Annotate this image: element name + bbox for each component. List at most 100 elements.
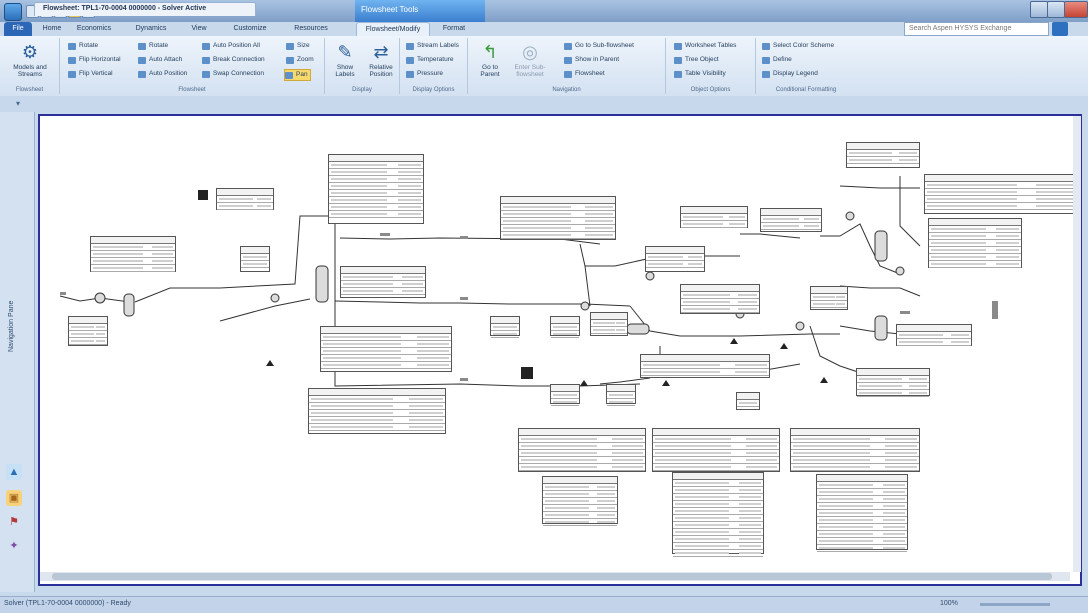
stream-table[interactable]: [652, 428, 780, 472]
go-to-parent-button[interactable]: ↰ Go to Parent: [472, 40, 508, 82]
flowsheet-canvas[interactable]: [38, 114, 1082, 586]
auto-attach-button[interactable]: Auto Attach: [138, 55, 182, 65]
valve[interactable]: [270, 293, 280, 303]
tab-resources[interactable]: Resources: [286, 22, 336, 36]
stream-table[interactable]: [846, 142, 920, 168]
stream-table[interactable]: [590, 312, 628, 336]
stream-table[interactable]: [550, 384, 580, 406]
help-icon[interactable]: [1052, 22, 1068, 36]
tab-economics[interactable]: Economics: [70, 22, 118, 36]
table-visibility-button[interactable]: Table Visibility: [674, 69, 726, 79]
spreadsheet-block[interactable]: [198, 190, 208, 200]
define-button[interactable]: Define: [762, 55, 792, 65]
column-vessel[interactable]: [315, 265, 329, 303]
properties-icon[interactable]: ▲: [6, 464, 22, 480]
flip-vertical-button[interactable]: Flip Vertical: [68, 69, 113, 79]
auto-position-all-button[interactable]: Auto Position All: [202, 41, 260, 51]
heat-exchanger[interactable]: [874, 230, 888, 262]
stream-table[interactable]: [680, 206, 748, 228]
adjust-block[interactable]: [521, 367, 533, 379]
temperature-button[interactable]: Temperature: [406, 55, 454, 65]
stream-table[interactable]: [490, 316, 520, 338]
stream-table[interactable]: [606, 384, 636, 406]
go-to-subflowsheet-button[interactable]: Go to Sub-flowsheet: [564, 41, 634, 51]
tab-home[interactable]: Home: [36, 22, 68, 36]
separator-vessel[interactable]: [123, 293, 135, 317]
models-and-streams-button[interactable]: ⚙ Models and Streams: [12, 40, 48, 82]
zoom-button[interactable]: Zoom: [286, 55, 314, 65]
stream-table[interactable]: [680, 284, 760, 314]
cooler[interactable]: [645, 271, 655, 281]
spreadsheet-table[interactable]: [216, 188, 274, 210]
display-legend-button[interactable]: Display Legend: [762, 69, 818, 79]
enter-subflowsheet-button[interactable]: ◎ Enter Sub-flowsheet: [512, 40, 548, 82]
stream-table[interactable]: [340, 266, 426, 298]
relative-position-button[interactable]: ⇄ Relative Position: [363, 40, 399, 82]
tab-customize[interactable]: Customize: [226, 22, 274, 36]
stream-table[interactable]: [810, 286, 848, 310]
stream-labels-button[interactable]: Stream Labels: [406, 41, 459, 51]
break-connection-button[interactable]: Break Connection: [202, 55, 265, 65]
stream-table[interactable]: [896, 324, 972, 346]
exchange-search-input[interactable]: Search Aspen HYSYS Exchange: [904, 22, 1049, 36]
stream-table[interactable]: [542, 476, 618, 526]
stream-table[interactable]: [640, 354, 770, 378]
pan-button[interactable]: Pan: [284, 69, 311, 81]
tab-view[interactable]: View: [182, 22, 216, 36]
tab-dynamics[interactable]: Dynamics: [128, 22, 174, 36]
stream-table[interactable]: [518, 428, 646, 472]
app-icon[interactable]: [4, 3, 22, 21]
flowsheet-dropdown[interactable]: Flowsheet: [564, 69, 605, 79]
vertical-scrollbar[interactable]: [1073, 116, 1081, 572]
select-color-scheme-button[interactable]: Select Color Scheme: [762, 41, 834, 51]
mixer[interactable]: [580, 301, 590, 311]
rotate-object-button[interactable]: Rotate: [138, 41, 168, 51]
worksheet-tables-button[interactable]: Worksheet Tables: [674, 41, 736, 51]
scroll-thumb[interactable]: [52, 573, 1052, 580]
swap-connection-button[interactable]: Swap Connection: [202, 69, 264, 79]
stream-table[interactable]: [500, 196, 616, 240]
stream-table[interactable]: [90, 236, 176, 272]
stream-table[interactable]: [68, 316, 108, 346]
horizontal-scrollbar[interactable]: [40, 572, 1070, 581]
stream-table[interactable]: [790, 428, 920, 472]
stream-table[interactable]: [928, 218, 1022, 268]
stream-table[interactable]: [856, 368, 930, 397]
pin-icon[interactable]: ▾: [16, 99, 20, 108]
reactor-vessel[interactable]: [874, 315, 888, 341]
column-table[interactable]: [328, 154, 424, 224]
pump[interactable]: [94, 292, 106, 304]
stream-table[interactable]: [672, 472, 764, 557]
stream-table[interactable]: [645, 246, 705, 272]
safety-analysis-icon[interactable]: ⚑: [6, 514, 22, 530]
simulation-icon[interactable]: ▣: [6, 490, 22, 506]
stream-table[interactable]: [736, 392, 760, 410]
stream-table[interactable]: [816, 474, 908, 552]
expander[interactable]: [845, 211, 855, 221]
show-in-parent-button[interactable]: Show in Parent: [564, 55, 619, 65]
zoom-slider[interactable]: [980, 603, 1050, 606]
size-button[interactable]: Size: [286, 41, 310, 51]
flash-drum[interactable]: [626, 323, 650, 335]
stream-table[interactable]: [760, 208, 822, 232]
maximize-button[interactable]: [1047, 1, 1065, 18]
show-labels-button[interactable]: ✎ Show Labels: [327, 40, 363, 82]
stream-table[interactable]: [320, 326, 452, 372]
stream-table[interactable]: [550, 316, 580, 338]
rotate-button[interactable]: Rotate: [68, 41, 98, 51]
close-button[interactable]: [1064, 1, 1088, 18]
flowsheet-document-tab[interactable]: Flowsheet: TPL1-70-0004 0000000 - Solver…: [34, 2, 256, 16]
heater[interactable]: [795, 321, 805, 331]
stream-table[interactable]: [308, 388, 446, 434]
tab-file[interactable]: File: [4, 22, 32, 36]
energy-analysis-icon[interactable]: ✦: [6, 538, 22, 554]
tree-object-button[interactable]: Tree Object: [674, 55, 719, 65]
tab-format[interactable]: Format: [436, 22, 472, 36]
navigation-pane-label[interactable]: Navigation Pane: [8, 301, 15, 352]
flip-horizontal-button[interactable]: Flip Horizontal: [68, 55, 121, 65]
splitter[interactable]: [895, 266, 905, 276]
minimize-button[interactable]: [1030, 1, 1048, 18]
auto-position-button[interactable]: Auto Position: [138, 69, 187, 79]
stream-table[interactable]: [240, 246, 270, 272]
tab-flowsheet-modify[interactable]: Flowsheet/Modify: [356, 22, 430, 36]
